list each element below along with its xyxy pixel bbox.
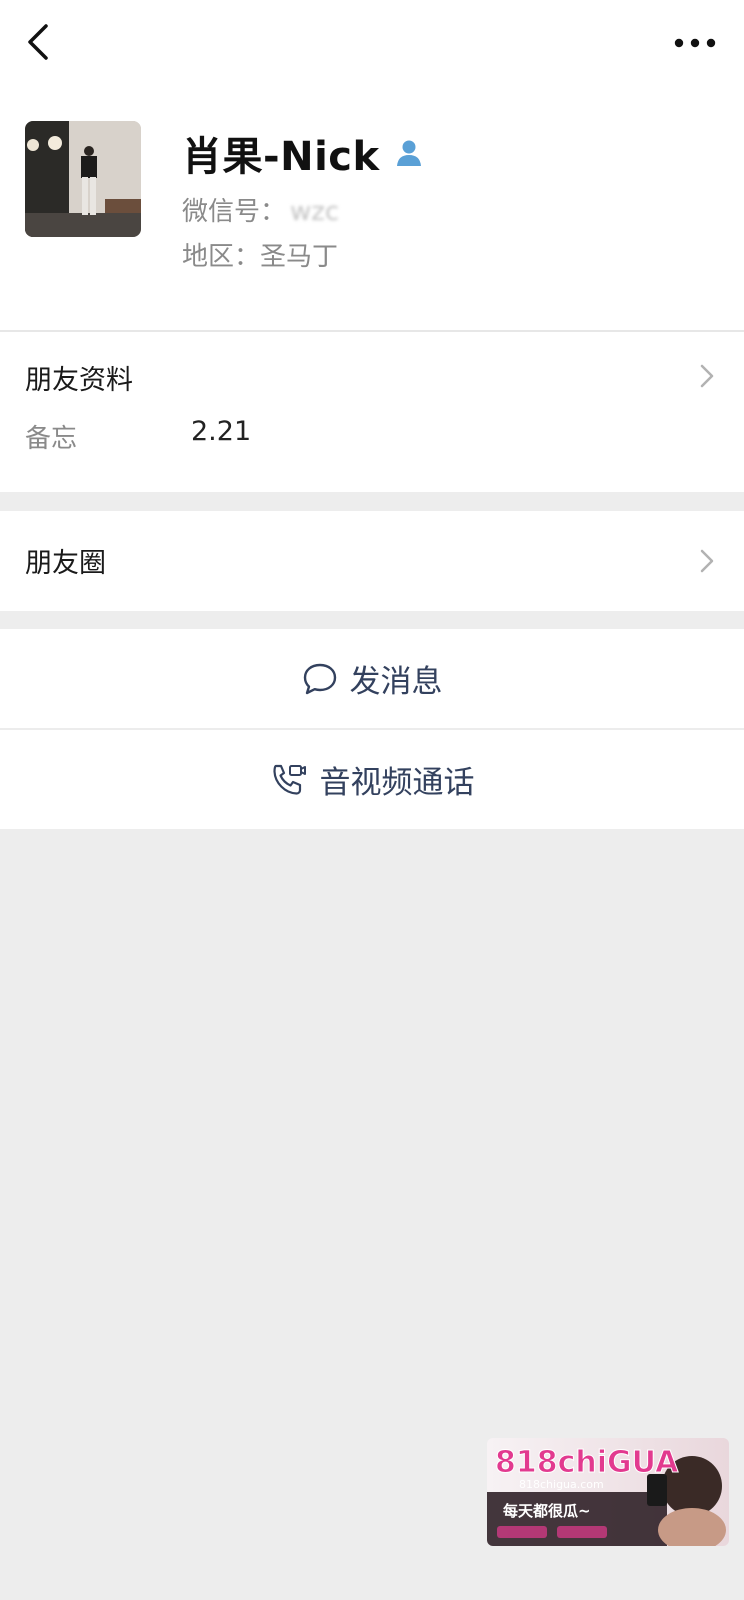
watermark-slogan: 每天都很瓜~ xyxy=(503,1502,591,1520)
send-message-label: 发消息 xyxy=(349,664,443,700)
region-row: 地区：圣马丁 xyxy=(182,236,338,273)
wechat-id-row: 微信号： wzc xyxy=(182,191,339,228)
watermark-badge: 818chiGUA 818chigua.com 每天都很瓜~ xyxy=(487,1438,729,1546)
profile-header: 肖果-Nick 微信号： wzc 地区：圣马丁 xyxy=(0,88,744,330)
chevron-right-icon xyxy=(700,549,714,573)
moments-section[interactable]: 朋友圈 xyxy=(0,511,744,611)
chat-bubble-icon xyxy=(303,663,336,694)
chevron-right-icon xyxy=(700,364,714,388)
chevron-left-icon xyxy=(28,24,48,60)
back-button[interactable] xyxy=(22,20,62,64)
contact-name: 肖果-Nick xyxy=(182,134,380,180)
name-row: 肖果-Nick xyxy=(182,128,424,180)
region-label: 地区： xyxy=(182,242,261,272)
top-bar xyxy=(0,0,744,88)
contact-person-icon xyxy=(394,138,424,172)
video-call-button[interactable]: 音视频通话 xyxy=(0,730,744,829)
more-button[interactable] xyxy=(670,28,720,58)
remark-label: 备忘 xyxy=(25,424,78,454)
moments-title: 朋友圈 xyxy=(25,548,106,579)
watermark-brand: 818chiGUA xyxy=(495,1445,679,1480)
friend-info-title: 朋友资料 xyxy=(25,365,133,396)
video-call-label: 音视频通话 xyxy=(319,765,475,801)
more-dots-icon xyxy=(674,38,716,48)
wechat-id-value: wzc xyxy=(290,197,340,227)
region-value: 圣马丁 xyxy=(260,242,339,272)
friend-info-section[interactable]: 朋友资料 备忘 2.21 xyxy=(0,332,744,492)
phone-video-icon xyxy=(272,764,306,795)
watermark-site: 818chigua.com xyxy=(519,1478,604,1491)
remark-value: 2.21 xyxy=(191,416,252,447)
send-message-button[interactable]: 发消息 xyxy=(0,629,744,728)
wechat-id-label: 微信号： xyxy=(182,197,287,227)
avatar[interactable] xyxy=(25,121,141,237)
